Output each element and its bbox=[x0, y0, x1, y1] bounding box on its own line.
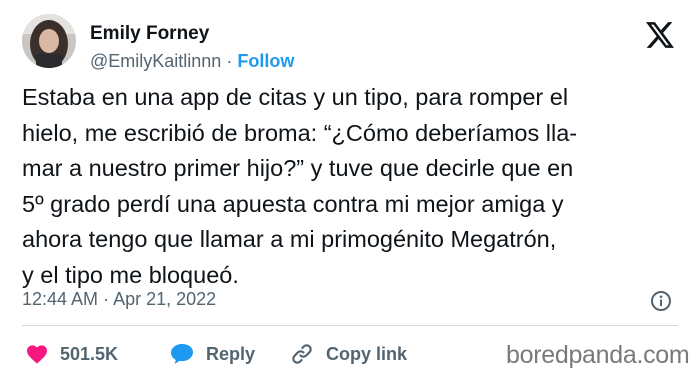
display-name[interactable]: Emily Forney bbox=[90, 22, 209, 46]
info-icon[interactable] bbox=[650, 290, 672, 312]
tweet-time[interactable]: 12:44 AM bbox=[22, 289, 98, 309]
like-count: 501.5K bbox=[60, 343, 119, 364]
tweet-line: ahora tengo que llamar a mi primogénito … bbox=[22, 226, 557, 252]
x-logo-icon[interactable] bbox=[646, 22, 674, 48]
tweet-line: 5º grado perdí una apuesta contra mi mej… bbox=[22, 190, 564, 217]
timestamp[interactable]: 12:44 AM · Apr 21, 2022 bbox=[22, 288, 216, 310]
username[interactable]: @EmilyKaitlinnn bbox=[90, 51, 221, 71]
tweet-text: Estaba en una app de citas y un tipo, pa… bbox=[22, 80, 682, 293]
tweet-date[interactable]: Apr 21, 2022 bbox=[113, 289, 216, 309]
like-button[interactable]: 501.5K bbox=[26, 341, 118, 367]
reply-bubble-icon bbox=[171, 344, 193, 364]
divider bbox=[22, 325, 678, 326]
heart-icon bbox=[27, 345, 47, 364]
copy-link-label: Copy link bbox=[326, 343, 408, 364]
avatar[interactable] bbox=[22, 14, 76, 68]
reply-label: Reply bbox=[206, 343, 256, 364]
tweet-line: mar a nuestro primer hijo?” y tuve que d… bbox=[22, 155, 574, 181]
reply-button[interactable]: Reply bbox=[170, 341, 255, 367]
copy-link-button[interactable]: Copy link bbox=[290, 341, 407, 367]
follow-button[interactable]: Follow bbox=[237, 51, 294, 71]
separator-dot: · bbox=[226, 51, 233, 71]
tweet-line: Estaba en una app de citas y un tipo, pa… bbox=[22, 84, 569, 110]
separator-dot: · bbox=[103, 289, 110, 309]
tweet-line: hielo, me escribió de broma: “¿Cómo debe… bbox=[22, 119, 578, 146]
link-icon bbox=[292, 344, 312, 364]
handle-row: @EmilyKaitlinnn · Follow bbox=[90, 50, 294, 72]
watermark: boredpanda.com bbox=[506, 341, 690, 369]
